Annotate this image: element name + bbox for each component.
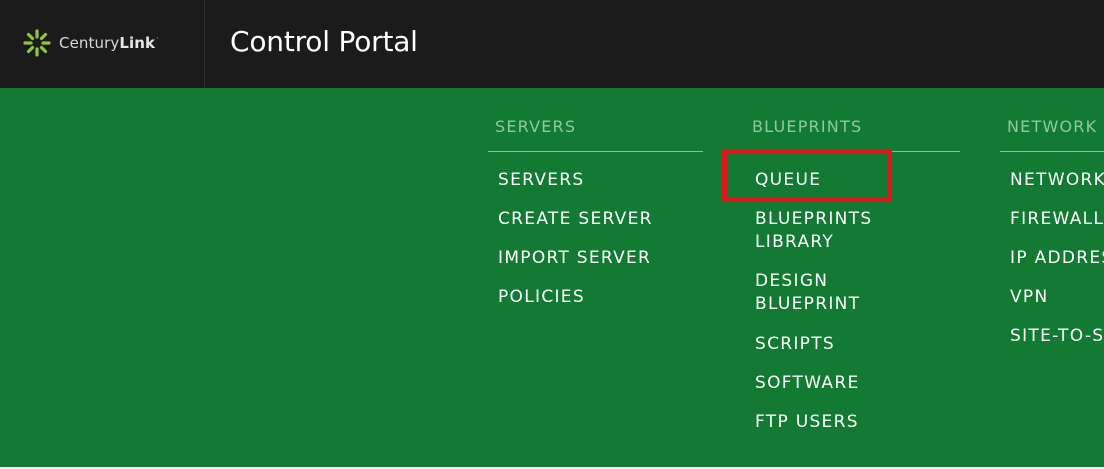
menu-item-create-server[interactable]: CREATE SERVER xyxy=(498,208,653,231)
menu-item-ftp-users[interactable]: FTP USERS xyxy=(755,411,859,434)
column-divider xyxy=(745,151,960,152)
column-header-blueprints: BLUEPRINTS xyxy=(752,117,863,136)
logo-wordmark-light: Century xyxy=(59,34,120,52)
menu-item-scripts[interactable]: SCRIPTS xyxy=(755,333,835,356)
logo-wordmark: CenturyLink· xyxy=(59,34,159,52)
top-bar: CenturyLink· Control Portal xyxy=(0,0,1104,88)
menu-item-design-blueprint[interactable]: DESIGN BLUEPRINT xyxy=(755,270,860,316)
menu-item-blueprints-library[interactable]: BLUEPRINTS LIBRARY xyxy=(755,208,872,254)
menu-item-queue[interactable]: QUEUE xyxy=(755,169,821,192)
centurylink-starburst-icon xyxy=(23,29,51,57)
logo-trademark: · xyxy=(156,34,159,43)
column-divider xyxy=(1000,151,1104,152)
centurylink-logo[interactable]: CenturyLink· xyxy=(22,28,159,58)
mega-menu-panel: SERVERS SERVERS CREATE SERVER IMPORT SER… xyxy=(0,88,1104,467)
column-header-servers: SERVERS xyxy=(495,117,577,136)
menu-item-policies[interactable]: POLICIES xyxy=(498,286,585,309)
menu-item-vpn[interactable]: VPN xyxy=(1010,286,1049,309)
menu-item-site-to-site-vpn[interactable]: SITE-TO-SITE VPN xyxy=(1010,325,1104,348)
column-header-network: NETWORK xyxy=(1007,117,1098,136)
menu-item-ip-addresses[interactable]: IP ADDRESSES xyxy=(1010,247,1104,270)
menu-item-firewall[interactable]: FIREWALL xyxy=(1010,208,1104,231)
menu-item-networks[interactable]: NETWORKS xyxy=(1010,169,1104,192)
logo-wordmark-bold: Link xyxy=(119,34,156,52)
column-divider xyxy=(488,151,703,152)
portal-title: Control Portal xyxy=(230,25,418,58)
menu-item-software[interactable]: SOFTWARE xyxy=(755,372,860,395)
menu-item-servers[interactable]: SERVERS xyxy=(498,169,585,192)
header-divider xyxy=(204,0,205,88)
menu-item-import-server[interactable]: IMPORT SERVER xyxy=(498,247,651,270)
